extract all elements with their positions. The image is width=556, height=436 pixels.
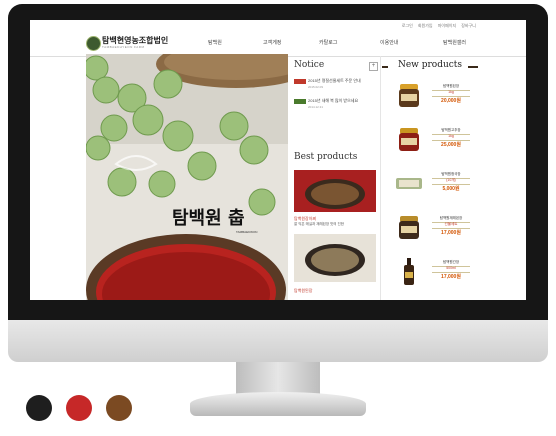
notice-title: Notice: [294, 60, 325, 70]
plus-icon[interactable]: +: [369, 62, 378, 71]
title-rule: [468, 66, 478, 68]
product-weight: 선물세트: [444, 222, 458, 226]
product-price: 5,000원: [442, 186, 460, 192]
product-pack-image: [396, 178, 422, 189]
new-products-title: New products: [397, 60, 463, 70]
product-bottle-image: [404, 258, 414, 285]
hero-image: [86, 54, 288, 300]
product-jar-image: [399, 216, 419, 239]
product-weight: 1kg: [448, 134, 454, 138]
product-price: 20,000원: [441, 98, 461, 104]
product-name: 탐백원재래된장: [439, 216, 463, 220]
color-swatch[interactable]: [26, 395, 52, 421]
nav-item[interactable]: 카탈로그: [319, 39, 337, 46]
top-links: 로그인 회원가입 마이페이지 장바구니: [398, 23, 476, 29]
color-swatch[interactable]: [66, 395, 92, 421]
product-weight: 1kg: [448, 90, 454, 94]
notice-text: 2015년 새해 복 많이 받으세요: [308, 98, 359, 103]
hero-banner[interactable]: 탐백원 춥 TAMBAEKWON: [86, 54, 288, 300]
logo-mark-icon: [86, 36, 101, 51]
site-logo[interactable]: 탐백현영농조합법인 TAMBAEKHYEON FARM: [86, 35, 182, 53]
product-item[interactable]: 탐백원청국장 (10개) 5,000원: [382, 164, 478, 208]
product-price: 17,000원: [441, 230, 461, 236]
product-jar-image: [399, 128, 419, 151]
notice-best-column: Notice + 2015년 명절선물세트 주문 안내 2015.02.09 2…: [290, 56, 381, 300]
new-products-column: New products 탐백원된장 1kg 20,000원 탐백원고추장 1k…: [382, 56, 478, 300]
hero-title: 탐백원 춥: [172, 208, 245, 229]
monitor-chin: [8, 320, 548, 362]
best-products-title: Best products: [294, 152, 358, 162]
nav-item[interactable]: 고객게정: [263, 39, 281, 46]
nav-item[interactable]: 탐백원갤러: [443, 39, 466, 46]
notice-text: 2015년 명절선물세트 주문 안내: [308, 78, 361, 83]
notice-item[interactable]: 2015년 새해 복 많이 받으세요 2014.12.31: [294, 98, 380, 114]
new-tag-icon: [294, 79, 306, 84]
top-link[interactable]: 로그인: [402, 23, 413, 28]
top-link[interactable]: 마이페이지: [438, 23, 456, 28]
product-name: 탐백원고추장: [441, 128, 461, 132]
monitor-stand-neck: [236, 362, 320, 396]
product-weight: 500ml: [446, 266, 456, 270]
logo-subtitle: TAMBAEKHYEON FARM: [102, 45, 145, 49]
product-item[interactable]: 탐백원고추장 1kg 25,000원: [382, 120, 478, 164]
best-product-desc: 잘 익은 매실과 재래된장 맛의 진한: [294, 222, 344, 226]
top-utility-bar: 로그인 회원가입 마이페이지 장바구니: [30, 20, 526, 30]
color-swatch[interactable]: [106, 395, 132, 421]
product-weight: (10개): [446, 178, 456, 182]
product-name: 탐백원간장: [442, 260, 460, 264]
monitor-stand-base: [190, 392, 366, 416]
nav-item[interactable]: 탐백원: [208, 39, 222, 46]
best-product-name[interactable]: 탐백원된장: [294, 288, 312, 294]
best-product-image[interactable]: [294, 170, 376, 212]
notice-date: 2014.12.31: [308, 105, 324, 109]
nav-item[interactable]: 이용안내: [380, 39, 398, 46]
product-name: 탐백원청국장: [441, 172, 461, 176]
notice-item[interactable]: 2015년 명절선물세트 주문 안내 2015.02.09: [294, 78, 380, 94]
product-price: 25,000원: [441, 142, 461, 148]
best-product-image[interactable]: [294, 234, 376, 282]
top-link[interactable]: 회원가입: [418, 23, 433, 28]
top-link[interactable]: 장바구니: [461, 23, 476, 28]
website-screen: 로그인 회원가입 마이페이지 장바구니 탐백현영농조합법인 TAMBAEKHYE…: [30, 20, 526, 300]
product-item[interactable]: 탐백원재래된장 선물세트 17,000원: [382, 208, 478, 252]
tag-icon: [294, 99, 306, 104]
product-item[interactable]: 탐백원간장 500ml 17,000원: [382, 252, 478, 296]
product-name: 탐백원된장: [442, 84, 460, 88]
product-jar-image: [399, 84, 419, 107]
site-header: 탐백현영농조합법인 TAMBAEKHYEON FARM 탐백원 고객게정 카탈로…: [30, 30, 526, 57]
product-price: 17,000원: [441, 274, 461, 280]
notice-date: 2015.02.09: [308, 85, 324, 89]
hero-subtitle: TAMBAEKWON: [236, 230, 258, 234]
product-item[interactable]: 탐백원된장 1kg 20,000원: [382, 76, 478, 120]
